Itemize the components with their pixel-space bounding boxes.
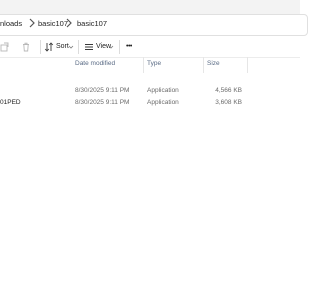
column-divider[interactable] bbox=[203, 57, 204, 73]
breadcrumb-item-downloads[interactable]: nloads bbox=[0, 19, 22, 28]
chevron-right-icon bbox=[66, 18, 72, 28]
column-header-date-modified[interactable]: Date modified bbox=[75, 60, 115, 67]
delete-icon[interactable] bbox=[21, 42, 31, 52]
column-header-size[interactable]: Size bbox=[207, 60, 220, 67]
toolbar-divider bbox=[119, 40, 120, 54]
file-explorer-window: nloads basic107 basic107 Sort View ••• D… bbox=[0, 0, 308, 300]
column-divider[interactable] bbox=[247, 57, 248, 73]
toolbar-divider bbox=[78, 40, 79, 54]
file-size: 4,566 KB bbox=[215, 87, 242, 94]
share-icon[interactable] bbox=[0, 42, 10, 52]
table-row[interactable]: 8/30/2025 9:11 PM Application 4,566 KB bbox=[0, 85, 300, 97]
column-header-type[interactable]: Type bbox=[147, 60, 161, 67]
breadcrumb-item-basic107-current[interactable]: basic107 bbox=[77, 19, 107, 28]
sort-icon[interactable] bbox=[44, 42, 54, 52]
file-date-modified: 8/30/2025 9:11 PM bbox=[75, 99, 130, 106]
file-type: Application bbox=[147, 87, 179, 94]
file-date-modified: 8/30/2025 9:11 PM bbox=[75, 87, 130, 94]
chevron-down-icon bbox=[68, 45, 74, 49]
file-type: Application bbox=[147, 99, 179, 106]
column-divider[interactable] bbox=[143, 57, 144, 73]
more-icon[interactable]: ••• bbox=[126, 43, 132, 50]
toolbar-divider bbox=[40, 40, 41, 54]
view-icon[interactable] bbox=[84, 42, 94, 52]
chevron-right-icon bbox=[29, 18, 35, 28]
sort-button[interactable]: Sort bbox=[56, 43, 69, 50]
file-size: 3,608 KB bbox=[215, 99, 242, 106]
chevron-down-icon bbox=[108, 45, 114, 49]
file-name: 01PED bbox=[0, 99, 21, 106]
table-row[interactable]: 01PED 8/30/2025 9:11 PM Application 3,60… bbox=[0, 97, 300, 109]
